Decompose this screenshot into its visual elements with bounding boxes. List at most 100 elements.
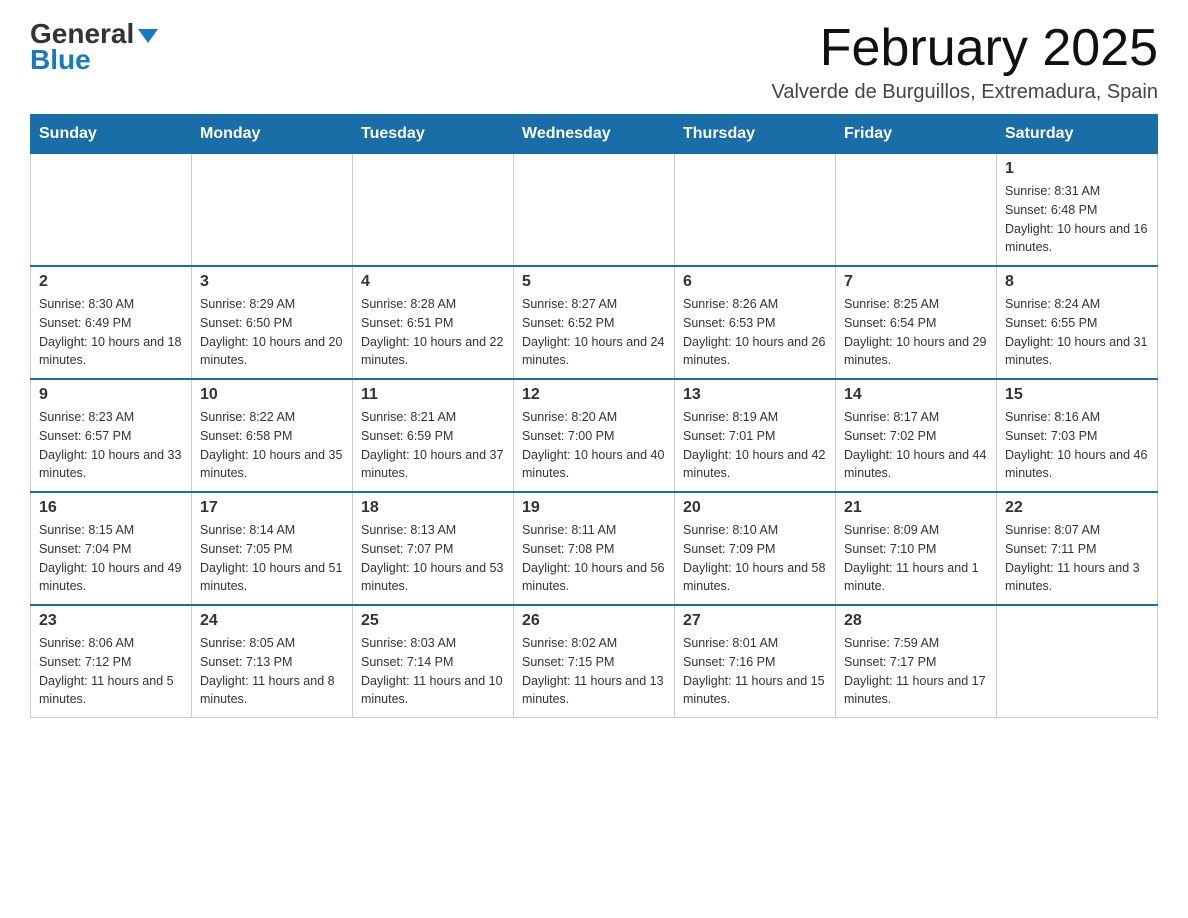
- day-info: Sunrise: 8:20 AM Sunset: 7:00 PM Dayligh…: [522, 408, 666, 483]
- day-info: Sunrise: 8:28 AM Sunset: 6:51 PM Dayligh…: [361, 295, 505, 370]
- day-number: 28: [844, 612, 988, 630]
- day-number: 11: [361, 386, 505, 404]
- day-info: Sunrise: 8:29 AM Sunset: 6:50 PM Dayligh…: [200, 295, 344, 370]
- day-number: 27: [683, 612, 827, 630]
- calendar-cell: 2 Sunrise: 8:30 AM Sunset: 6:49 PM Daylig…: [31, 266, 192, 379]
- logo: General Blue: [30, 20, 158, 76]
- day-info: Sunrise: 8:13 AM Sunset: 7:07 PM Dayligh…: [361, 521, 505, 596]
- day-info: Sunrise: 8:21 AM Sunset: 6:59 PM Dayligh…: [361, 408, 505, 483]
- calendar-week-row: 9 Sunrise: 8:23 AM Sunset: 6:57 PM Daylig…: [31, 379, 1158, 492]
- day-info: Sunrise: 8:19 AM Sunset: 7:01 PM Dayligh…: [683, 408, 827, 483]
- col-wednesday: Wednesday: [514, 115, 675, 154]
- day-number: 2: [39, 273, 183, 291]
- day-info: Sunrise: 8:10 AM Sunset: 7:09 PM Dayligh…: [683, 521, 827, 596]
- day-number: 10: [200, 386, 344, 404]
- calendar-cell: [675, 154, 836, 267]
- calendar-cell: 1 Sunrise: 8:31 AM Sunset: 6:48 PM Daylig…: [997, 154, 1158, 267]
- col-friday: Friday: [836, 115, 997, 154]
- calendar-cell: 7Sunrise: 8:25 AM Sunset: 6:54 PM Daylig…: [836, 266, 997, 379]
- day-info: Sunrise: 8:24 AM Sunset: 6:55 PM Dayligh…: [1005, 295, 1149, 370]
- day-info: Sunrise: 8:17 AM Sunset: 7:02 PM Dayligh…: [844, 408, 988, 483]
- day-number: 12: [522, 386, 666, 404]
- calendar-cell: [31, 154, 192, 267]
- day-number: 14: [844, 386, 988, 404]
- day-number: 1: [1005, 160, 1149, 178]
- day-info: Sunrise: 8:15 AM Sunset: 7:04 PM Dayligh…: [39, 521, 183, 596]
- calendar-cell: 10 Sunrise: 8:22 AM Sunset: 6:58 PM Dayli…: [192, 379, 353, 492]
- col-saturday: Saturday: [997, 115, 1158, 154]
- calendar-cell: [997, 605, 1158, 718]
- calendar-cell: 26 Sunrise: 8:02 AM Sunset: 7:15 PM Dayli…: [514, 605, 675, 718]
- day-info: Sunrise: 8:31 AM Sunset: 6:48 PM Dayligh…: [1005, 182, 1149, 257]
- day-number: 4: [361, 273, 505, 291]
- col-sunday: Sunday: [31, 115, 192, 154]
- day-number: 17: [200, 499, 344, 517]
- day-number: 19: [522, 499, 666, 517]
- day-number: 24: [200, 612, 344, 630]
- calendar-cell: 28 Sunrise: 7:59 AM Sunset: 7:17 PM Dayli…: [836, 605, 997, 718]
- title-area: February 2025 Valverde de Burguillos, Ex…: [771, 20, 1158, 104]
- calendar-cell: 15Sunrise: 8:16 AM Sunset: 7:03 PM Dayli…: [997, 379, 1158, 492]
- day-number: 20: [683, 499, 827, 517]
- calendar-cell: 17 Sunrise: 8:14 AM Sunset: 7:05 PM Dayli…: [192, 492, 353, 605]
- logo-blue-text: Blue: [30, 44, 91, 76]
- calendar-cell: 18 Sunrise: 8:13 AM Sunset: 7:07 PM Dayli…: [353, 492, 514, 605]
- location-subtitle: Valverde de Burguillos, Extremadura, Spa…: [771, 81, 1158, 104]
- calendar-week-row: 23 Sunrise: 8:06 AM Sunset: 7:12 PM Dayli…: [31, 605, 1158, 718]
- calendar-cell: 8 Sunrise: 8:24 AM Sunset: 6:55 PM Daylig…: [997, 266, 1158, 379]
- day-number: 26: [522, 612, 666, 630]
- day-number: 25: [361, 612, 505, 630]
- calendar-cell: 24 Sunrise: 8:05 AM Sunset: 7:13 PM Dayli…: [192, 605, 353, 718]
- day-info: Sunrise: 8:14 AM Sunset: 7:05 PM Dayligh…: [200, 521, 344, 596]
- day-info: Sunrise: 8:05 AM Sunset: 7:13 PM Dayligh…: [200, 634, 344, 709]
- day-number: 18: [361, 499, 505, 517]
- day-number: 8: [1005, 273, 1149, 291]
- calendar-cell: 12 Sunrise: 8:20 AM Sunset: 7:00 PM Dayli…: [514, 379, 675, 492]
- calendar-cell: 11 Sunrise: 8:21 AM Sunset: 6:59 PM Dayli…: [353, 379, 514, 492]
- day-info: Sunrise: 8:01 AM Sunset: 7:16 PM Dayligh…: [683, 634, 827, 709]
- col-tuesday: Tuesday: [353, 115, 514, 154]
- day-info: Sunrise: 8:23 AM Sunset: 6:57 PM Dayligh…: [39, 408, 183, 483]
- col-monday: Monday: [192, 115, 353, 154]
- calendar-cell: 4 Sunrise: 8:28 AM Sunset: 6:51 PM Daylig…: [353, 266, 514, 379]
- day-info: Sunrise: 8:07 AM Sunset: 7:11 PM Dayligh…: [1005, 521, 1149, 596]
- day-number: 22: [1005, 499, 1149, 517]
- calendar-cell: 14 Sunrise: 8:17 AM Sunset: 7:02 PM Dayli…: [836, 379, 997, 492]
- logo-arrow-icon: [138, 29, 158, 43]
- col-thursday: Thursday: [675, 115, 836, 154]
- calendar-cell: 22 Sunrise: 8:07 AM Sunset: 7:11 PM Dayli…: [997, 492, 1158, 605]
- day-number: 5: [522, 273, 666, 291]
- calendar-cell: 6 Sunrise: 8:26 AM Sunset: 6:53 PM Daylig…: [675, 266, 836, 379]
- day-info: Sunrise: 7:59 AM Sunset: 7:17 PM Dayligh…: [844, 634, 988, 709]
- day-number: 3: [200, 273, 344, 291]
- day-info: Sunrise: 8:30 AM Sunset: 6:49 PM Dayligh…: [39, 295, 183, 370]
- calendar-cell: 20 Sunrise: 8:10 AM Sunset: 7:09 PM Dayli…: [675, 492, 836, 605]
- calendar-cell: 9 Sunrise: 8:23 AM Sunset: 6:57 PM Daylig…: [31, 379, 192, 492]
- calendar-cell: [353, 154, 514, 267]
- calendar-week-row: 16 Sunrise: 8:15 AM Sunset: 7:04 PM Dayli…: [31, 492, 1158, 605]
- calendar-cell: 13Sunrise: 8:19 AM Sunset: 7:01 PM Dayli…: [675, 379, 836, 492]
- calendar-cell: 23 Sunrise: 8:06 AM Sunset: 7:12 PM Dayli…: [31, 605, 192, 718]
- calendar-cell: 16 Sunrise: 8:15 AM Sunset: 7:04 PM Dayli…: [31, 492, 192, 605]
- day-number: 16: [39, 499, 183, 517]
- calendar-cell: 21 Sunrise: 8:09 AM Sunset: 7:10 PM Dayli…: [836, 492, 997, 605]
- calendar-header-row: Sunday Monday Tuesday Wednesday Thursday…: [31, 115, 1158, 154]
- day-info: Sunrise: 8:03 AM Sunset: 7:14 PM Dayligh…: [361, 634, 505, 709]
- day-number: 6: [683, 273, 827, 291]
- calendar-cell: 3 Sunrise: 8:29 AM Sunset: 6:50 PM Daylig…: [192, 266, 353, 379]
- calendar-cell: 27 Sunrise: 8:01 AM Sunset: 7:16 PM Dayli…: [675, 605, 836, 718]
- calendar-cell: 19 Sunrise: 8:11 AM Sunset: 7:08 PM Dayli…: [514, 492, 675, 605]
- calendar-week-row: 2 Sunrise: 8:30 AM Sunset: 6:49 PM Daylig…: [31, 266, 1158, 379]
- day-info: Sunrise: 8:22 AM Sunset: 6:58 PM Dayligh…: [200, 408, 344, 483]
- day-number: 23: [39, 612, 183, 630]
- day-info: Sunrise: 8:26 AM Sunset: 6:53 PM Dayligh…: [683, 295, 827, 370]
- day-number: 9: [39, 386, 183, 404]
- day-info: Sunrise: 8:09 AM Sunset: 7:10 PM Dayligh…: [844, 521, 988, 596]
- day-number: 7: [844, 273, 988, 291]
- calendar-week-row: 1 Sunrise: 8:31 AM Sunset: 6:48 PM Daylig…: [31, 154, 1158, 267]
- day-info: Sunrise: 8:11 AM Sunset: 7:08 PM Dayligh…: [522, 521, 666, 596]
- day-info: Sunrise: 8:06 AM Sunset: 7:12 PM Dayligh…: [39, 634, 183, 709]
- day-info: Sunrise: 8:02 AM Sunset: 7:15 PM Dayligh…: [522, 634, 666, 709]
- day-number: 21: [844, 499, 988, 517]
- calendar-cell: 5Sunrise: 8:27 AM Sunset: 6:52 PM Daylig…: [514, 266, 675, 379]
